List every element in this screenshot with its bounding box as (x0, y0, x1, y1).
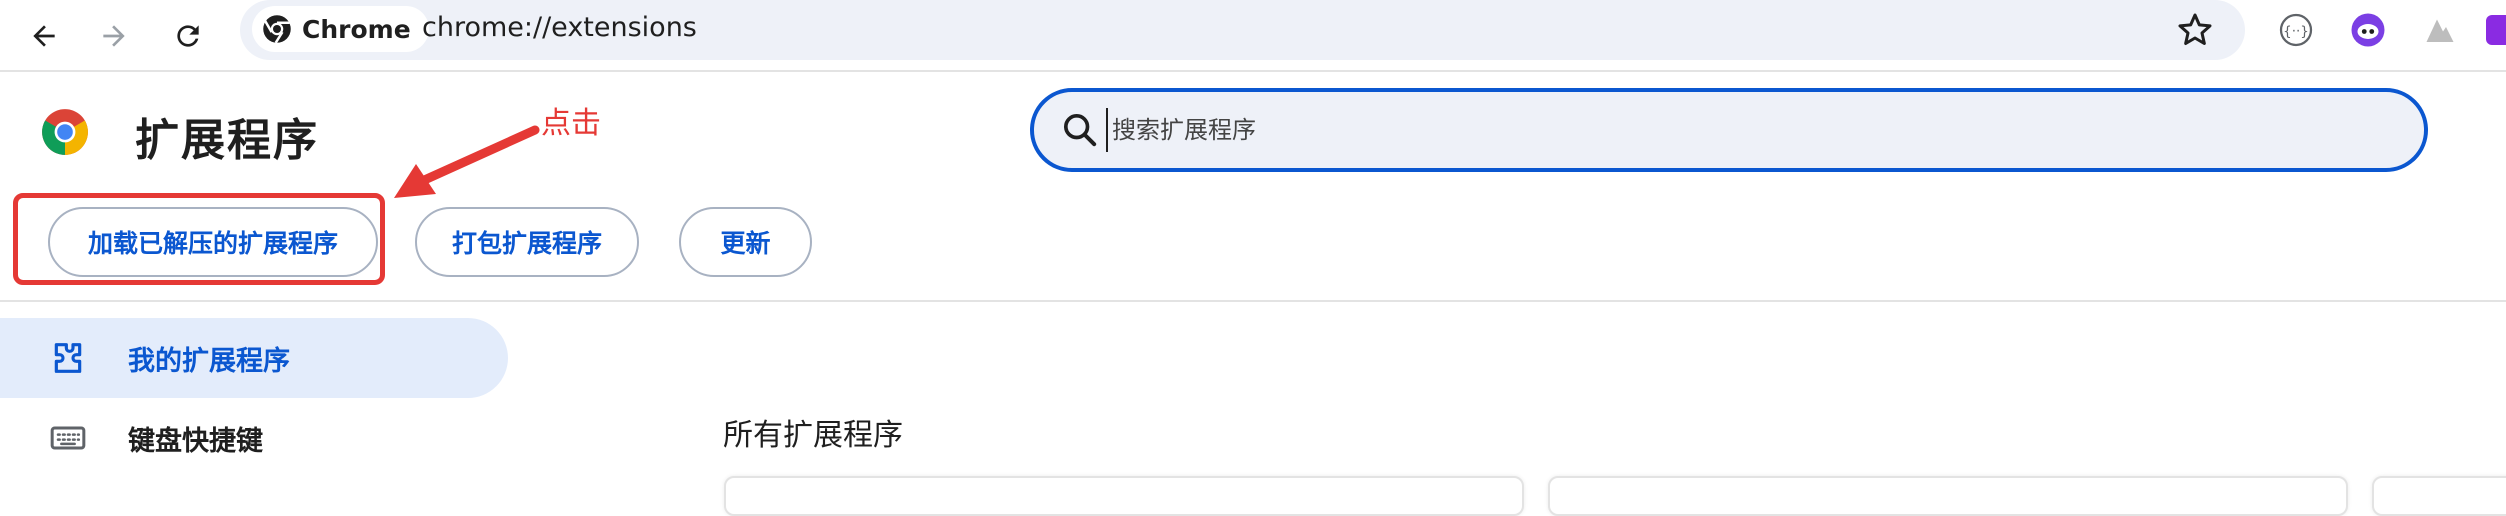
address-bar[interactable]: Chrome chrome://extensions (240, 0, 2245, 60)
header-divider (0, 300, 2506, 302)
sidebar-item-label: 键盘快捷键 (128, 425, 263, 457)
chrome-extensions-logo-icon (42, 109, 88, 155)
url-text: chrome://extensions (422, 12, 697, 43)
extension-mountain-icon[interactable] (2420, 10, 2460, 50)
extension-card[interactable] (2372, 476, 2506, 516)
search-input[interactable] (1106, 108, 2306, 152)
search-box[interactable] (1030, 88, 2428, 172)
browser-toolbar: Chrome chrome://extensions {··} (0, 0, 2506, 72)
extension-puzzle-icon (54, 343, 82, 373)
pack-extension-button[interactable]: 打包扩展程序 (415, 207, 639, 277)
search-icon (1064, 114, 1097, 147)
back-arrow-icon (33, 25, 55, 47)
back-button[interactable] (16, 8, 72, 64)
section-title: 所有扩展程序 (723, 418, 903, 453)
bookmark-star-icon[interactable] (2175, 10, 2215, 50)
extension-purple-icon[interactable] (2486, 10, 2506, 50)
extension-braces-icon[interactable]: {··} (2276, 10, 2316, 50)
extension-card[interactable] (1548, 476, 2348, 516)
sidebar-item-label: 我的扩展程序 (128, 345, 290, 377)
extension-robot-icon[interactable] (2348, 10, 2388, 50)
chrome-logo-icon (263, 15, 291, 44)
forward-button[interactable] (86, 8, 142, 64)
keyboard-icon (50, 426, 86, 450)
sidebar-item-my-extensions[interactable]: 我的扩展程序 (0, 318, 508, 398)
site-chip[interactable]: Chrome (252, 6, 429, 52)
annotation-arrow-icon (394, 125, 540, 198)
extension-card[interactable] (724, 476, 1524, 516)
load-unpacked-button[interactable]: 加载已解压的扩展程序 (48, 207, 378, 277)
reload-icon (177, 25, 199, 47)
site-chip-label: Chrome (302, 14, 411, 44)
forward-arrow-icon (103, 25, 125, 47)
page-title: 扩展程序 (135, 115, 319, 166)
sidebar-item-keyboard-shortcuts[interactable]: 键盘快捷键 (0, 398, 508, 478)
update-button[interactable]: 更新 (679, 207, 812, 277)
svg-text:{··}: {··} (2283, 23, 2309, 39)
reload-button[interactable] (160, 8, 216, 64)
